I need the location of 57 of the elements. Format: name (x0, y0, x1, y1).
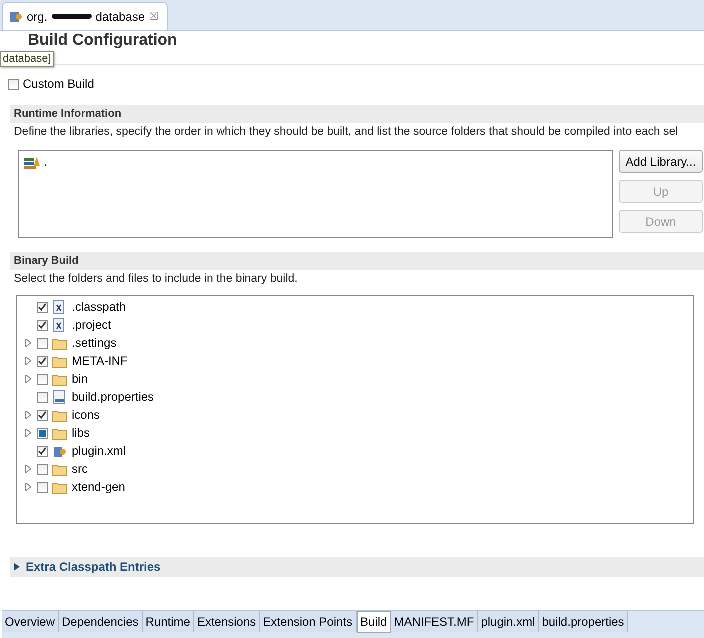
checkbox[interactable] (8, 78, 19, 90)
tree-item-label[interactable]: .settings (72, 336, 117, 350)
page-tab[interactable]: Overview (2, 611, 60, 632)
expand-arrow-icon[interactable] (25, 411, 33, 419)
expand-arrow-icon[interactable] (25, 375, 33, 383)
tree-item-label[interactable]: .classpath (72, 300, 126, 314)
tree-item-label[interactable]: xtend-gen (72, 480, 126, 494)
checkbox[interactable] (37, 446, 48, 456)
section-header[interactable]: Extra Classpath Entries (10, 557, 704, 577)
checkbox[interactable] (37, 374, 48, 384)
editor-tab[interactable]: org. database ☒ (2, 2, 168, 30)
page-tab[interactable]: build.properties (539, 611, 628, 632)
section-title: Extra Classpath Entries (26, 560, 161, 574)
tree-item-label[interactable]: libs (72, 426, 90, 440)
close-icon[interactable]: ☒ (149, 10, 160, 23)
page-tab[interactable]: Extension Points (260, 611, 357, 632)
tree-item-label[interactable]: plugin.xml (72, 444, 126, 458)
tree-item-label[interactable]: META-INF (72, 354, 128, 368)
checkbox-label: Custom Build (23, 77, 94, 91)
checkbox[interactable] (37, 410, 48, 420)
checkbox[interactable] (37, 338, 48, 348)
page-tab[interactable]: Runtime (142, 611, 194, 632)
checkbox[interactable] (37, 482, 48, 492)
library-icon (23, 155, 41, 169)
section-description: Select the folders and files to include in the binary build. (14, 273, 299, 285)
section-header: Runtime Information (10, 105, 704, 123)
tab-label: org. (27, 10, 48, 24)
page-tab[interactable]: Extensions (194, 611, 260, 632)
binary-file-icon (52, 390, 68, 404)
library-name[interactable]: . (44, 155, 48, 169)
expand-arrow-icon[interactable] (25, 357, 33, 365)
expand-arrow-icon[interactable] (25, 339, 33, 347)
page-tab[interactable]: Dependencies (59, 611, 143, 632)
button[interactable]: Add Library... (619, 150, 703, 173)
section-description: Define the libraries, specify the order in which they should be built, and list the source folders that should be compiled into each sel (14, 126, 680, 138)
page-tab[interactable]: plugin.xml (478, 611, 540, 632)
page-title: Build Configuration (28, 32, 178, 50)
page-tab[interactable]: MANIFEST.MF (391, 611, 478, 632)
expand-arrow-icon (14, 563, 20, 571)
expand-arrow-icon[interactable] (25, 483, 33, 491)
tooltip: database] (0, 51, 54, 67)
tab-label: database (96, 10, 146, 24)
tree-item-label[interactable]: icons (72, 408, 100, 422)
tree-item-label[interactable]: .project (72, 318, 112, 332)
checkbox[interactable] (37, 464, 48, 474)
tree-item-label[interactable]: build.properties (72, 390, 154, 404)
tree-item-label[interactable]: src (72, 462, 88, 476)
expand-arrow-icon[interactable] (25, 429, 33, 437)
section-header: Binary Build (10, 252, 704, 270)
checkbox[interactable] (37, 302, 48, 312)
tree-item-label[interactable]: bin (72, 372, 88, 386)
checkbox[interactable] (37, 392, 48, 402)
redaction-mark (52, 14, 92, 19)
expand-arrow-icon[interactable] (25, 465, 33, 473)
checkbox[interactable] (37, 320, 48, 330)
checkbox[interactable] (37, 356, 48, 366)
page-tab[interactable]: Build (356, 611, 392, 633)
